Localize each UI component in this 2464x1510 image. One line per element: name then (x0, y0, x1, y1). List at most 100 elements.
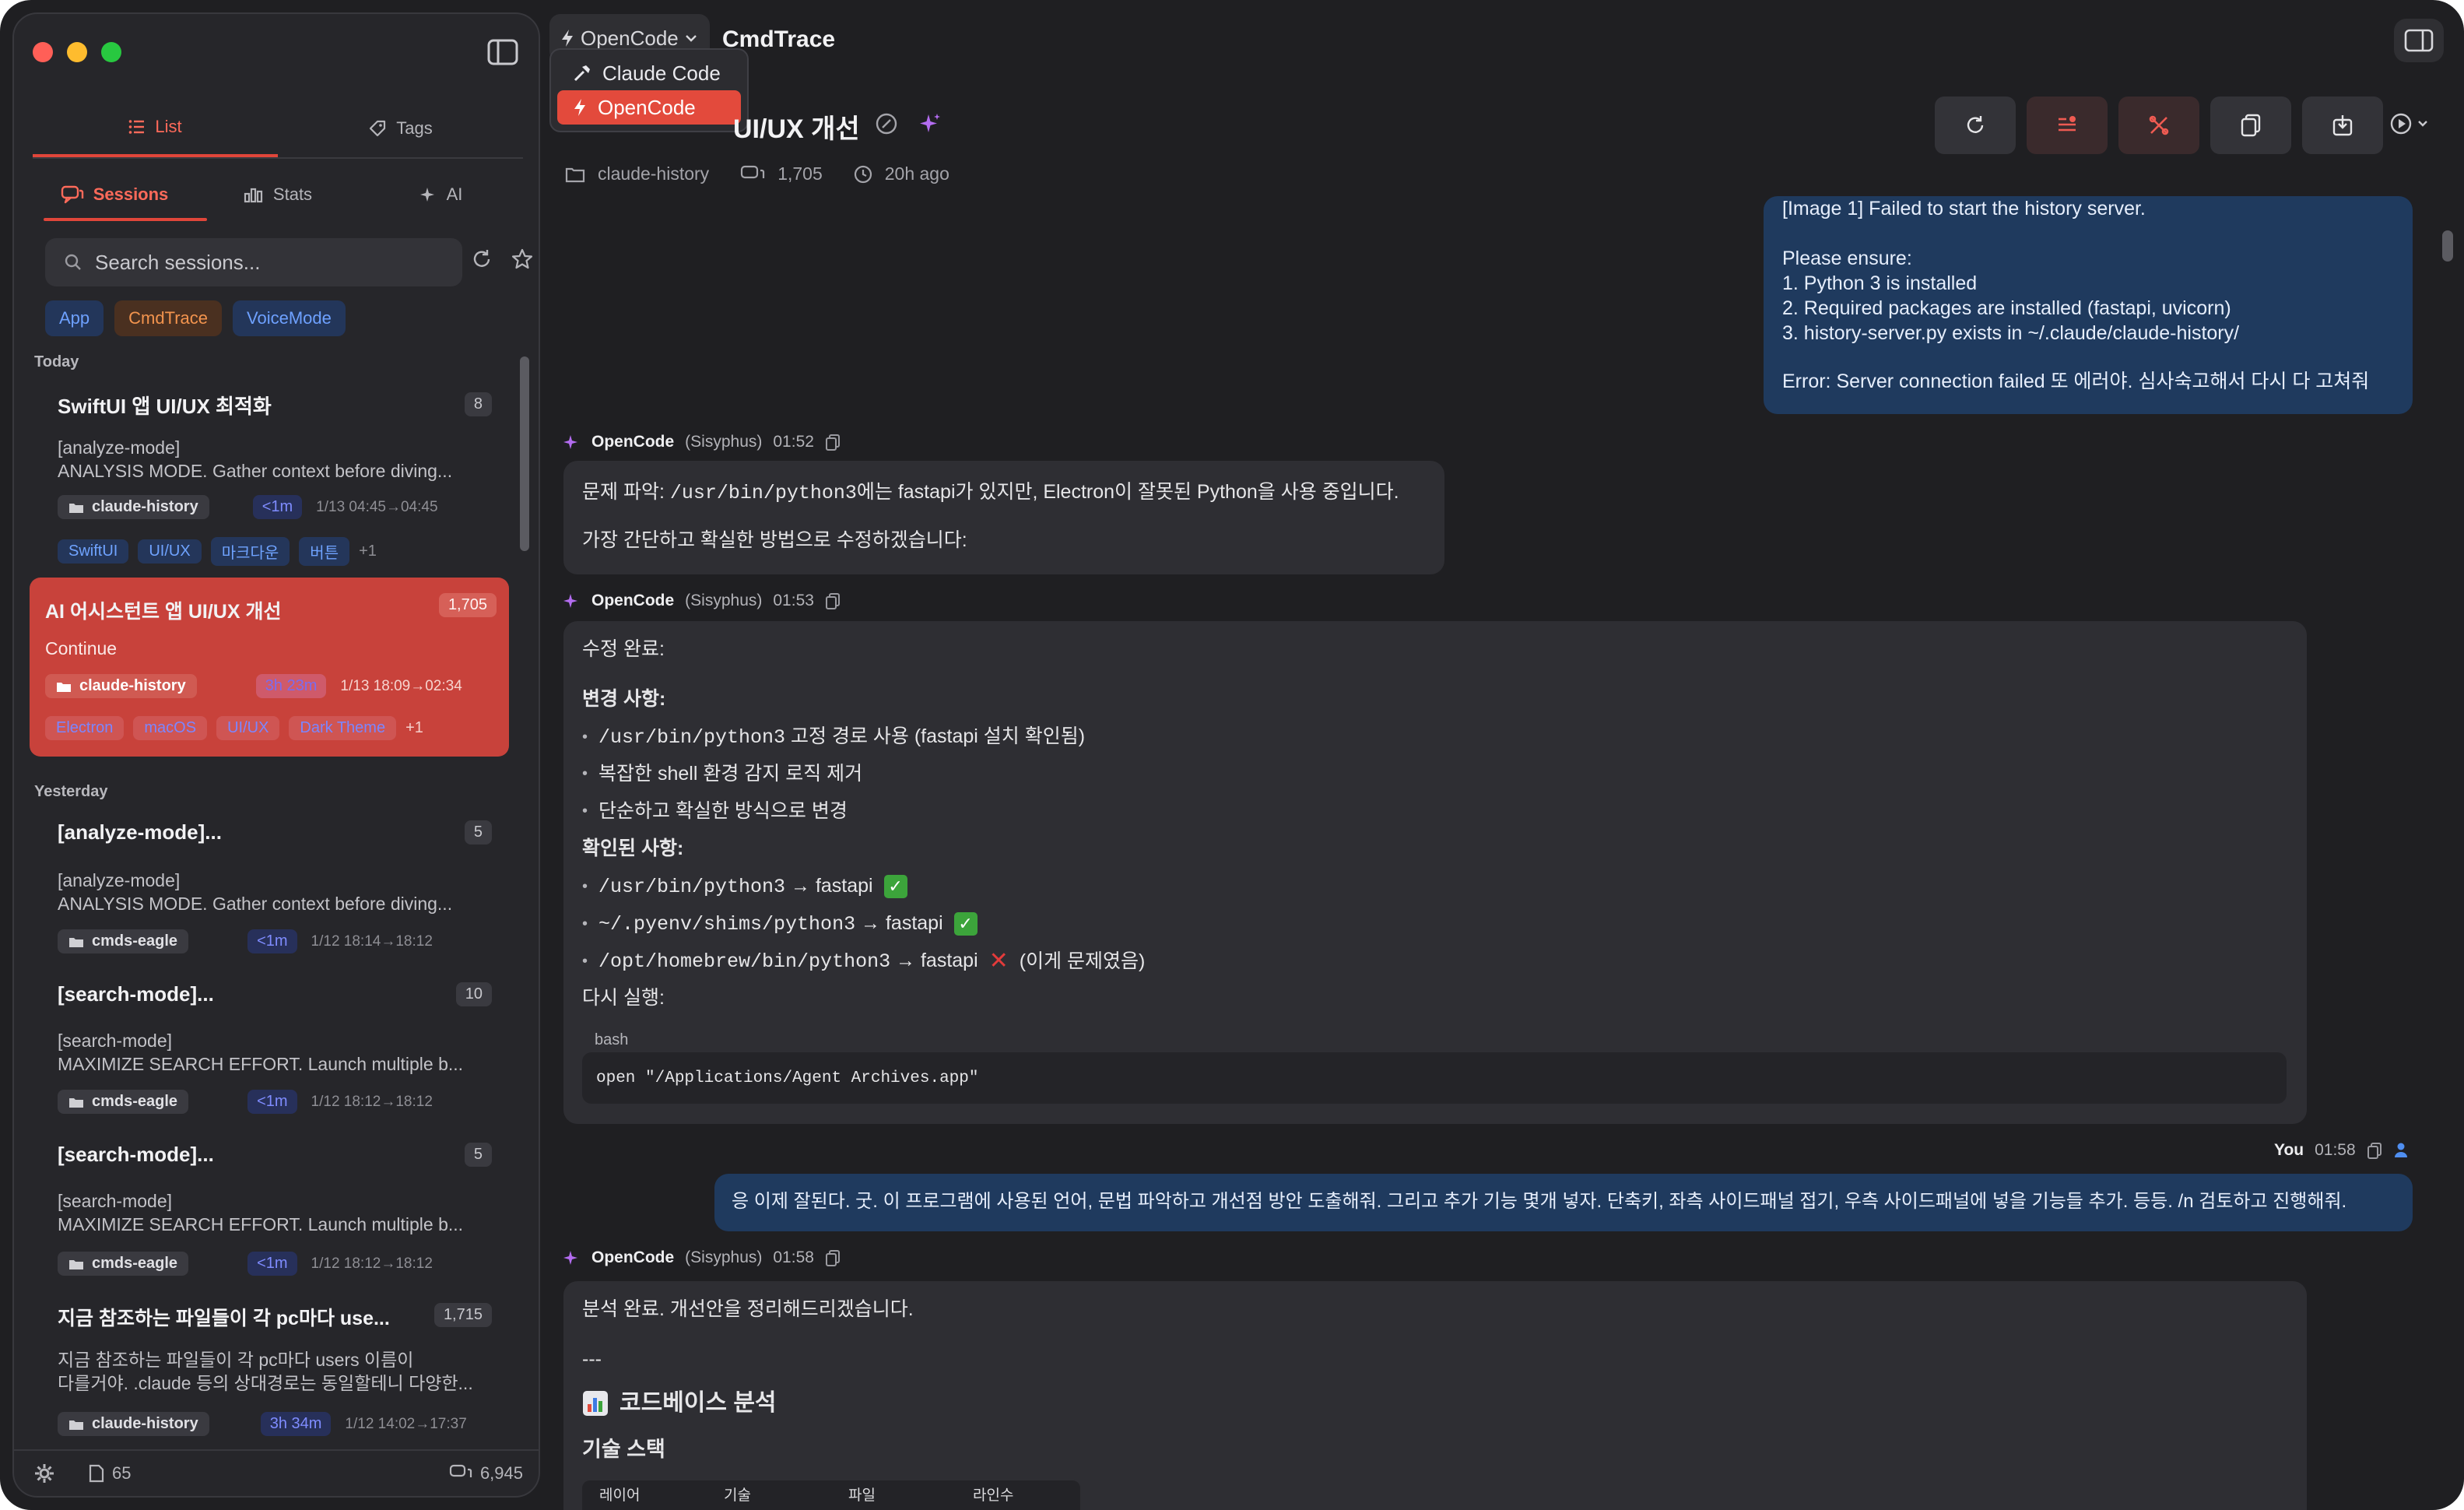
message-text: [Image 1] Failed to start the history se… (1782, 198, 2146, 219)
message-count-badge: 1,705 (438, 593, 497, 617)
tab-stats-label: Stats (272, 184, 313, 204)
edit-circle-icon[interactable] (875, 112, 898, 135)
folder-icon (57, 682, 71, 692)
message-text: 다시 실행: (582, 987, 665, 1009)
message-text: --- (582, 1348, 602, 1370)
person-icon (2394, 1143, 2407, 1157)
message-total-value: 6,945 (479, 1463, 523, 1483)
chat-scrollbar[interactable] (2442, 230, 2453, 262)
message-header: You 01:58 (2274, 1141, 2409, 1160)
menu-item-label: Claude Code (602, 61, 721, 85)
message-count-badge: 1,715 (433, 1303, 492, 1327)
copy-icon[interactable] (825, 592, 841, 609)
filter-chip[interactable]: CmdTrace (114, 300, 223, 336)
code-block[interactable]: open "/Applications/Agent Archives.app" (582, 1052, 2287, 1104)
time-range: 1/13 18:09→02:34 (340, 677, 462, 694)
message-text: 가장 간단하고 확실한 방법으로 수정하겠습니다: (582, 529, 967, 551)
sidebar-scrollbar[interactable] (520, 356, 529, 551)
copy-icon[interactable] (825, 434, 841, 451)
session-preview: Continue (45, 638, 118, 658)
tag-chip[interactable]: 버튼 (299, 537, 350, 566)
tab-tags[interactable]: Tags (278, 100, 523, 157)
tag-list: Electron macOS UI/UX Dark Theme +1 (45, 716, 423, 740)
close-window-button[interactable] (33, 42, 53, 62)
message-text: 분석 완료. 개선안을 정리해드리겠습니다. (582, 1298, 914, 1320)
export-button[interactable] (2302, 97, 2383, 154)
session-card[interactable]: SwiftUI 앱 UI/UX 최적화 8 [analyze-mode] ANA… (30, 380, 497, 574)
tab-sessions[interactable]: Sessions (33, 167, 196, 223)
gear-icon[interactable] (34, 1463, 54, 1484)
bolt-icon (562, 30, 573, 47)
folder-name: claude-history (92, 498, 198, 515)
search-input[interactable] (95, 250, 437, 275)
tag-chip[interactable]: macOS (133, 716, 208, 740)
column-header: 라인수 (973, 1487, 1014, 1504)
menu-item-claude-code[interactable]: Claude Code (557, 56, 741, 90)
user-message: 응 이제 잘된다. 굿. 이 프로그램에 사용된 언어, 문법 파악하고 개선점… (714, 1174, 2413, 1231)
tag-chip[interactable]: 마크다운 (210, 537, 290, 566)
session-preview: [search-mode] (58, 1031, 173, 1051)
more-tags[interactable]: +1 (359, 543, 377, 560)
message-count: 1,705 (777, 163, 823, 184)
filter-chip[interactable]: App (45, 300, 104, 336)
copy-icon[interactable] (825, 1249, 841, 1266)
tab-list[interactable]: List (33, 100, 278, 157)
session-card[interactable]: [search-mode]... 10 [search-mode] MAXIMI… (30, 974, 497, 1130)
session-preview: ANALYSIS MODE. Gather context before div… (58, 894, 453, 914)
more-tags[interactable]: +1 (405, 719, 423, 737)
session-title: [search-mode]... (58, 982, 214, 1006)
tag-chip[interactable]: Dark Theme (289, 716, 397, 740)
list-alert-icon (2059, 116, 2076, 132)
message-heading: 코드베이스 분석 (582, 1390, 777, 1417)
zoom-window-button[interactable] (101, 42, 121, 62)
playback-menu[interactable] (2389, 112, 2428, 135)
tag-chip[interactable]: SwiftUI (58, 539, 129, 564)
tab-stats[interactable]: Stats (196, 167, 360, 223)
copy-button[interactable] (2210, 97, 2291, 154)
folder-name: claude-history (79, 677, 186, 694)
search-icon (65, 254, 81, 270)
tag-chip[interactable]: Electron (45, 716, 125, 740)
file-count: 65 (89, 1463, 131, 1484)
copy-icon[interactable] (2367, 1142, 2382, 1159)
assistant-message: 분석 완료. 개선안을 정리해드리겠습니다. --- 코드베이스 분석 기술 스… (563, 1281, 2307, 1510)
sparkle-icon[interactable] (918, 112, 942, 135)
session-card-selected[interactable]: AI 어시스턴트 앱 UI/UX 개선 1,705 Continue claud… (30, 578, 509, 757)
refresh-icon[interactable] (470, 248, 493, 271)
summary-button[interactable] (2027, 97, 2108, 154)
assistant-message: 수정 완료: 변경 사항: /usr/bin/python3 고정 경로 사용 … (563, 621, 2307, 1124)
message-text: 문제 파악: /usr/bin/python3에는 fastapi가 있지만, … (582, 481, 1399, 504)
app-window: List Tags Sessions Stats AI Search sessi… (0, 0, 2464, 1510)
session-preview: [search-mode] (58, 1191, 173, 1211)
list-item: /usr/bin/python3 고정 경로 사용 (fastapi 설치 확인… (582, 724, 1085, 750)
column-header: 레이어 (599, 1487, 641, 1504)
copy-icon (2241, 114, 2261, 137)
time-range: 1/12 18:12→18:12 (311, 1255, 433, 1272)
sender-name: OpenCode (591, 592, 675, 609)
sidebar-toggle-icon[interactable] (487, 39, 518, 65)
star-icon[interactable] (511, 248, 534, 271)
right-panel-toggle[interactable] (2394, 19, 2444, 62)
file-count-value: 65 (112, 1463, 132, 1483)
filter-chip[interactable]: VoiceMode (233, 300, 346, 336)
menu-item-opencode[interactable]: OpenCode (557, 90, 741, 125)
message-text: 수정 완료: (582, 638, 665, 660)
agent-name: (Sisyphus) (685, 1248, 763, 1266)
tag-chip[interactable]: UI/UX (138, 539, 202, 564)
divider (33, 157, 523, 159)
refresh-button[interactable] (1935, 97, 2016, 154)
code-language: bash (595, 1031, 629, 1048)
tab-ai[interactable]: AI (360, 167, 523, 223)
minimize-window-button[interactable] (67, 42, 87, 62)
agent-dropdown-menu: Claude Code OpenCode (549, 48, 749, 132)
session-card[interactable]: 지금 참조하는 파일들이 각 pc마다 use... 1,715 지금 참조하는… (30, 1298, 497, 1454)
agent-name: (Sisyphus) (685, 433, 763, 451)
session-card[interactable]: [analyze-mode]... 5 [analyze-mode] ANALY… (30, 813, 497, 968)
hammer-icon (574, 65, 590, 82)
tag-chip[interactable]: UI/UX (216, 716, 280, 740)
list-item: ~/.pyenv/shims/python3 → fastapi✓ (582, 911, 978, 937)
time-range: 1/12 14:02→17:37 (345, 1415, 467, 1432)
tools-button[interactable] (2118, 97, 2199, 154)
message-time: 01:58 (773, 1248, 814, 1266)
session-card[interactable]: [search-mode]... 5 [search-mode] MAXIMIZ… (30, 1136, 497, 1292)
